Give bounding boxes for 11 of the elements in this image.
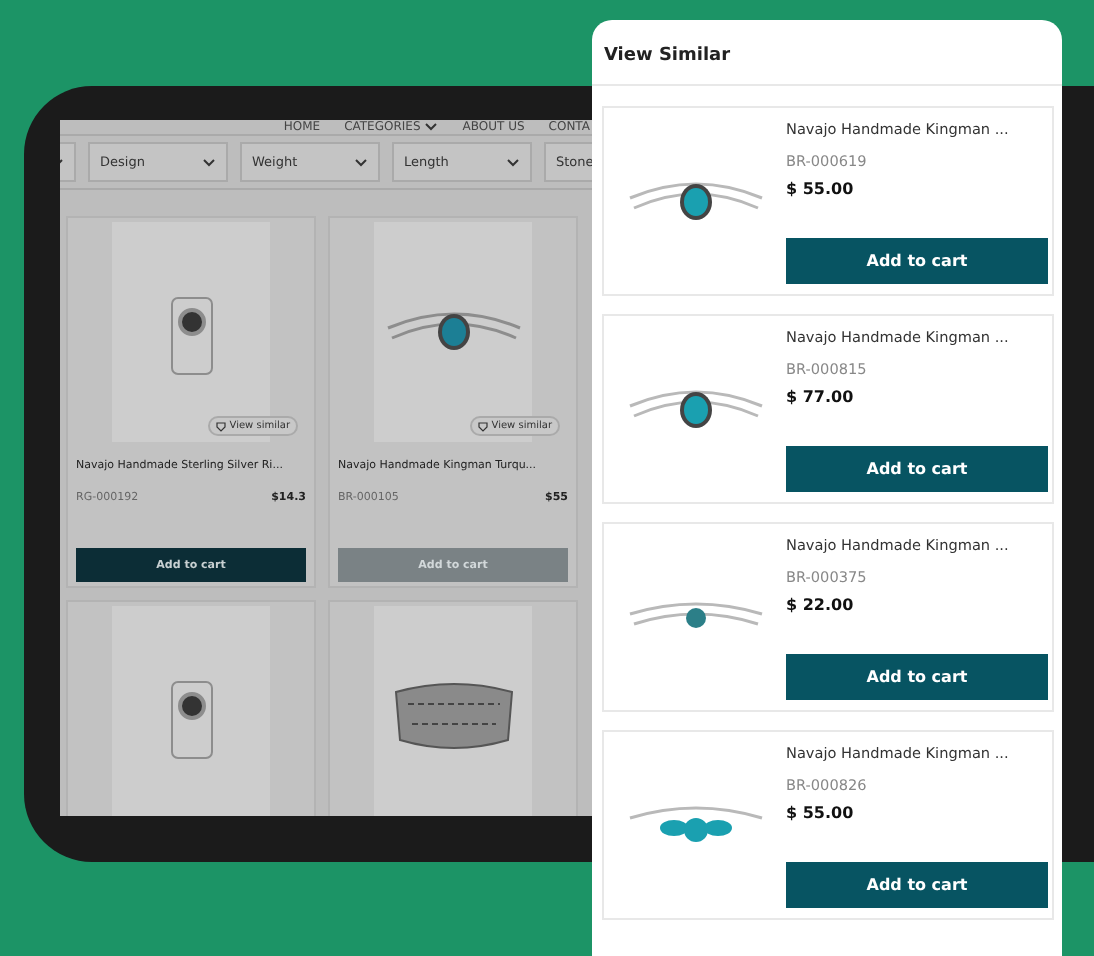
add-to-cart-button[interactable]: Add to cart <box>786 654 1048 700</box>
product-price: $ 55.00 <box>786 180 856 198</box>
tag-icon <box>477 421 488 431</box>
add-to-cart-button[interactable]: Add to cart <box>786 238 1048 284</box>
tag-icon <box>215 421 226 431</box>
product-price: $ 77.00 <box>786 388 856 406</box>
product-price: $ 22.00 <box>786 596 856 614</box>
panel-title: View Similar <box>592 20 1062 86</box>
add-to-cart-button[interactable]: Add to cart <box>786 862 1048 908</box>
product-price: $ 55.00 <box>786 804 856 822</box>
add-to-cart-button[interactable]: Add to cart <box>786 446 1048 492</box>
